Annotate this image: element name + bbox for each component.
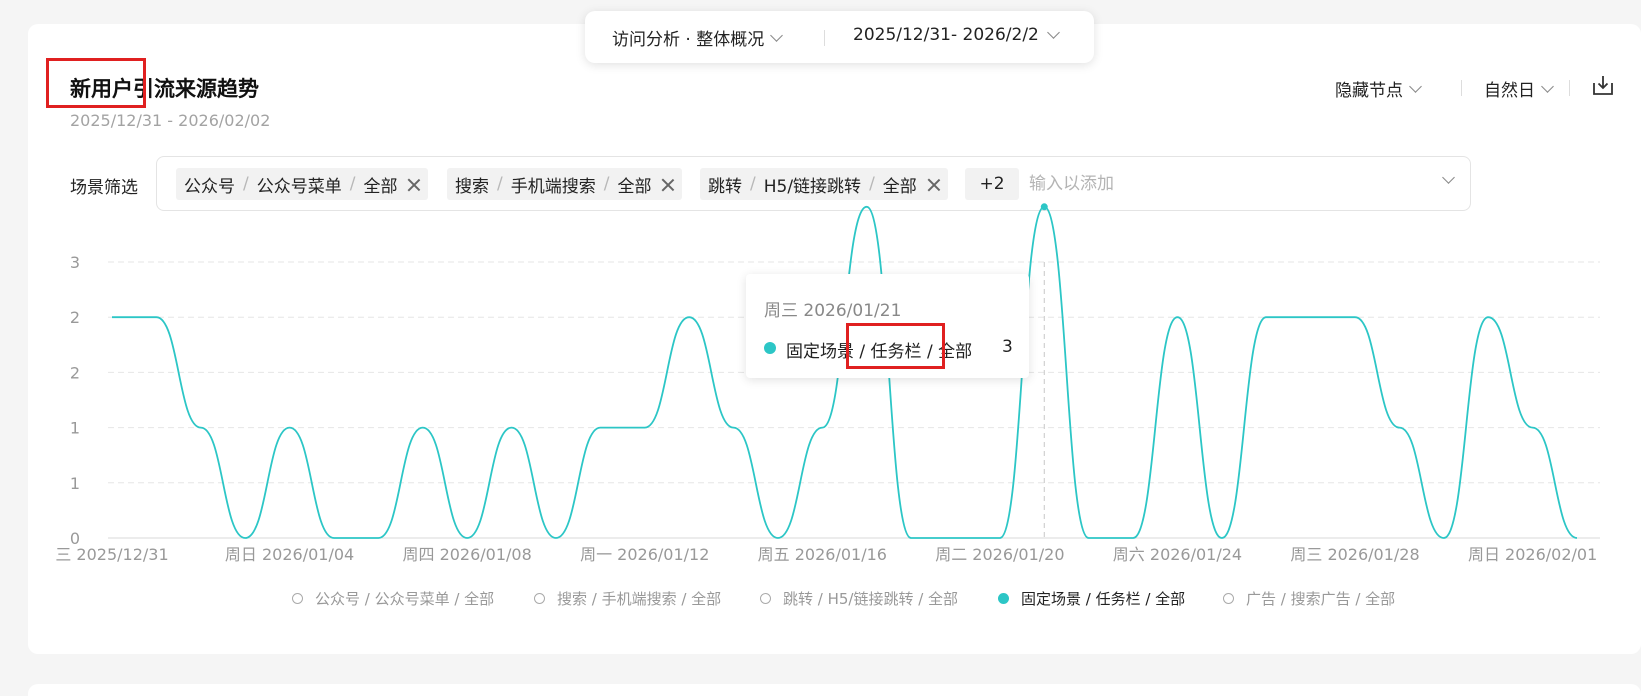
x-tick-label: 周一 2026/01/12 xyxy=(580,545,709,564)
x-tick-label: 周六 2026/01/24 xyxy=(1113,545,1242,564)
legend-item[interactable]: 固定场景 / 任务栏 / 全部 xyxy=(998,588,1185,609)
legend-marker-icon xyxy=(1223,593,1234,604)
legend-label: 公众号 / 公众号菜单 / 全部 xyxy=(315,590,495,608)
x-tick-label: 周四 2026/01/08 xyxy=(402,545,531,564)
legend-item[interactable]: 搜索 / 手机端搜索 / 全部 xyxy=(534,588,721,609)
y-tick-label: 1 xyxy=(70,419,80,438)
x-tick-label: 周日 2026/01/04 xyxy=(225,545,354,564)
series-dot-icon xyxy=(764,342,776,354)
legend-label: 固定场景 / 任务栏 / 全部 xyxy=(1021,590,1186,608)
legend-label: 搜索 / 手机端搜索 / 全部 xyxy=(557,590,722,608)
legend-label: 跳转 / H5/链接跳转 / 全部 xyxy=(783,590,959,608)
x-tick-label: 周五 2026/01/16 xyxy=(758,545,887,564)
legend-marker-icon xyxy=(998,593,1009,604)
highlight-box xyxy=(846,323,945,369)
x-tick-label: 周二 2026/01/20 xyxy=(935,545,1064,564)
legend-marker-icon xyxy=(534,593,545,604)
tooltip-date: 周三 2026/01/21 xyxy=(764,301,902,321)
legend-item[interactable]: 公众号 / 公众号菜单 / 全部 xyxy=(292,588,494,609)
legend-item[interactable]: 跳转 / H5/链接跳转 / 全部 xyxy=(760,588,958,609)
legend-marker-icon xyxy=(760,593,771,604)
y-tick-label: 2 xyxy=(70,363,80,382)
y-tick-label: 3 xyxy=(70,253,80,272)
x-tick-label: 周三 2026/01/28 xyxy=(1290,545,1419,564)
x-tick-label: 周日 2026/02/01 xyxy=(1468,545,1597,564)
chart-legend: 公众号 / 公众号菜单 / 全部 搜索 / 手机端搜索 / 全部 跳转 / H5… xyxy=(0,588,1641,610)
legend-marker-icon xyxy=(292,593,303,604)
legend-item[interactable]: 广告 / 搜索广告 / 全部 xyxy=(1223,588,1395,609)
y-tick-label: 2 xyxy=(70,308,80,327)
data-point xyxy=(1040,203,1048,211)
x-tick-label: 三 2025/12/31 xyxy=(55,545,168,564)
y-tick-label: 1 xyxy=(70,474,80,493)
tooltip-value: 3 xyxy=(1002,337,1013,357)
legend-label: 广告 / 搜索广告 / 全部 xyxy=(1246,590,1396,608)
